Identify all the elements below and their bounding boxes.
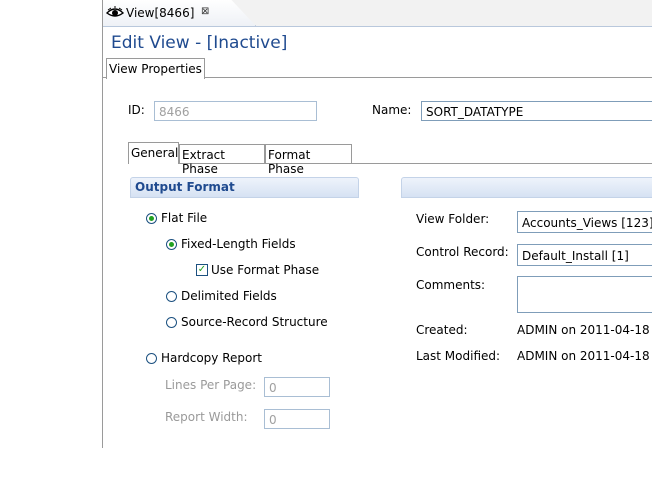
flat-file-label: Flat File xyxy=(161,211,208,225)
tab-general[interactable]: General xyxy=(128,142,179,164)
id-field[interactable]: 8466 xyxy=(154,101,317,121)
fixed-length-radio[interactable] xyxy=(166,239,177,250)
created-label: Created: xyxy=(416,323,468,337)
source-record-radio[interactable] xyxy=(166,317,177,328)
delimited-radio[interactable] xyxy=(166,291,177,302)
control-record-label: Control Record: xyxy=(416,245,509,259)
hardcopy-radio[interactable] xyxy=(146,353,157,364)
lines-per-page-label: Lines Per Page: xyxy=(165,378,257,392)
fixed-length-label: Fixed-Length Fields xyxy=(181,237,296,251)
created-value: ADMIN on 2011-04-18 xyxy=(517,323,650,337)
hardcopy-label: Hardcopy Report xyxy=(161,351,262,365)
use-format-phase-checkbox[interactable]: ✓ xyxy=(196,264,208,276)
editor-tab-label: View[8466] xyxy=(126,6,195,20)
use-format-phase-label: Use Format Phase xyxy=(211,263,320,277)
view-folder-label: View Folder: xyxy=(416,212,490,226)
comments-field[interactable] xyxy=(517,276,652,313)
lines-per-page-field[interactable]: 0 xyxy=(264,377,330,397)
eye-icon xyxy=(106,6,124,17)
id-label: ID: xyxy=(128,103,145,117)
name-label: Name: xyxy=(372,103,412,117)
close-icon[interactable]: ⊠ xyxy=(201,6,209,17)
control-record-field[interactable]: Default_Install [1] xyxy=(517,244,652,266)
comments-label: Comments: xyxy=(416,278,486,292)
view-folder-field[interactable]: Accounts_Views [123] xyxy=(517,211,652,233)
report-width-label: Report Width: xyxy=(165,410,248,424)
tab-format-phase[interactable]: Format Phase xyxy=(265,144,352,176)
flat-file-radio[interactable] xyxy=(146,213,157,224)
name-field[interactable]: SORT_DATATYPE xyxy=(421,101,652,121)
last-modified-label: Last Modified: xyxy=(416,349,501,363)
output-format-title: Output Format xyxy=(135,180,235,194)
report-width-field[interactable]: 0 xyxy=(264,409,330,429)
details-header xyxy=(401,177,652,198)
page-title: Edit View - [Inactive] xyxy=(111,33,288,53)
last-modified-value: ADMIN on 2011-04-18 xyxy=(517,349,650,363)
tab-extract-phase[interactable]: Extract Phase xyxy=(179,144,265,176)
source-record-label: Source-Record Structure xyxy=(181,315,328,329)
delimited-label: Delimited Fields xyxy=(181,289,277,303)
tab-view-properties-label: View Properties xyxy=(109,62,202,76)
